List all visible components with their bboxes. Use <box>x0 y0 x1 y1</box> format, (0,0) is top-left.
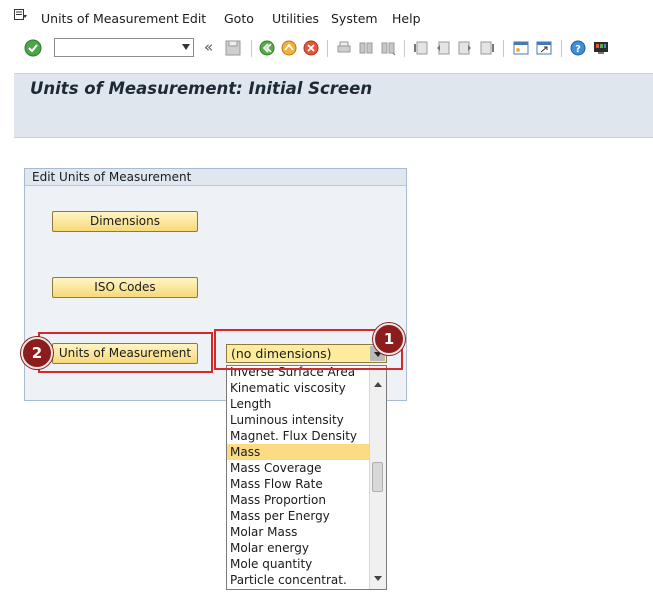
back-icon[interactable] <box>259 40 275 56</box>
dropdown-option-selected[interactable]: Mass <box>227 444 370 460</box>
dropdown-option[interactable]: Kinematic viscosity <box>227 380 370 396</box>
menu-utilities[interactable]: Utilities <box>272 11 319 26</box>
first-page-icon[interactable] <box>413 40 429 56</box>
menu-units-of-measurement[interactable]: Units of Measurement <box>41 11 179 26</box>
application-toolbar <box>14 105 653 138</box>
last-page-icon[interactable] <box>479 40 495 56</box>
toolbar-separator <box>251 40 252 57</box>
toolbar-separator <box>327 40 328 57</box>
menu-help[interactable]: Help <box>392 11 421 26</box>
dimension-dropdown-list: Inverse Surface Area Kinematic viscosity… <box>226 365 387 590</box>
dropdown-option[interactable]: Particle concentrat. <box>227 572 370 588</box>
menu-bar: Units of Measurement Edit Goto Utilities… <box>0 0 653 36</box>
toolbar-separator <box>404 40 405 57</box>
enter-icon[interactable] <box>24 39 42 57</box>
dropdown-option[interactable]: Mass Coverage <box>227 460 370 476</box>
highlight-box-uom-button <box>38 332 213 373</box>
dropdown-option[interactable]: Magnet. Flux Density <box>227 428 370 444</box>
menu-system[interactable]: System <box>331 11 378 26</box>
dropdown-option[interactable]: Luminous intensity <box>227 412 370 428</box>
collapse-icon[interactable]: « <box>204 38 213 56</box>
dropdown-scrollbar[interactable] <box>369 366 386 589</box>
dropdown-option[interactable]: Mass Flow Rate <box>227 476 370 492</box>
step-badge-1: 1 <box>373 323 405 355</box>
step-badge-2: 2 <box>21 337 53 369</box>
dropdown-option[interactable]: Molar Mass <box>227 524 370 540</box>
layout-icon[interactable] <box>593 40 609 56</box>
create-session-icon[interactable] <box>513 40 529 56</box>
page-title: Units of Measurement: Initial Screen <box>30 79 373 98</box>
chevron-down-icon[interactable] <box>182 44 190 50</box>
dimensions-button[interactable]: Dimensions <box>52 211 198 232</box>
print-icon[interactable] <box>336 40 352 56</box>
standard-toolbar: « ? <box>0 36 653 62</box>
toolbar-separator <box>561 40 562 57</box>
save-icon[interactable] <box>225 40 241 56</box>
find-next-icon[interactable] <box>380 40 396 56</box>
menu-icon[interactable] <box>14 9 28 21</box>
menu-edit[interactable]: Edit <box>182 11 206 26</box>
dropdown-option[interactable]: Mass per Energy <box>227 508 370 524</box>
group-title: Edit Units of Measurement <box>32 170 192 184</box>
group-header: Edit Units of Measurement <box>25 169 406 186</box>
svg-text:?: ? <box>575 44 581 55</box>
scroll-up-icon[interactable] <box>374 382 382 387</box>
screen-title-bar: Units of Measurement: Initial Screen <box>14 73 653 105</box>
command-field[interactable] <box>54 38 194 57</box>
dropdown-option[interactable]: Mole quantity <box>227 556 370 572</box>
scroll-down-icon[interactable] <box>374 576 382 581</box>
help-icon[interactable]: ? <box>570 40 586 56</box>
cancel-icon[interactable] <box>303 40 319 56</box>
dropdown-option[interactable]: Length <box>227 396 370 412</box>
previous-page-icon[interactable] <box>435 40 451 56</box>
next-page-icon[interactable] <box>457 40 473 56</box>
toolbar-separator <box>503 40 504 57</box>
dropdown-option[interactable]: Mass Proportion <box>227 492 370 508</box>
scroll-thumb[interactable] <box>372 462 383 492</box>
shortcut-icon[interactable] <box>536 40 552 56</box>
menu-goto[interactable]: Goto <box>224 11 254 26</box>
exit-icon[interactable] <box>281 40 297 56</box>
find-icon[interactable] <box>358 40 374 56</box>
dropdown-option[interactable]: Molar energy <box>227 540 370 556</box>
iso-codes-button[interactable]: ISO Codes <box>52 277 198 298</box>
